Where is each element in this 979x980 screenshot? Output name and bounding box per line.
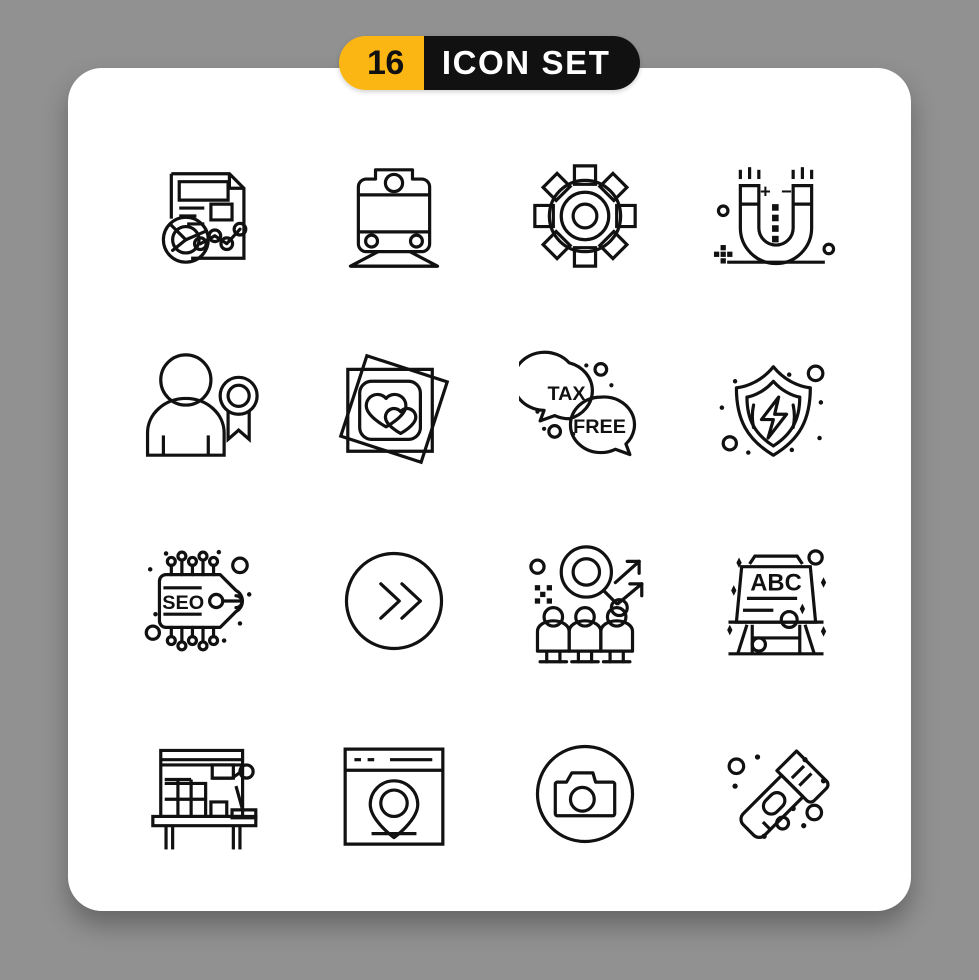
user-award-icon — [137, 343, 269, 475]
icon-cell-flashlight[interactable] — [680, 698, 871, 891]
icon-cell-candidate-search[interactable] — [490, 505, 681, 698]
candidate-search-icon — [519, 535, 651, 667]
magnet-minus-label: − — [781, 181, 792, 202]
icon-cell-tax-free-bubbles[interactable]: TAX FREE — [490, 313, 681, 506]
icon-cell-magnet[interactable]: + − — [680, 120, 871, 313]
train-icon — [328, 150, 460, 282]
icon-grid: + − TAX FREE SEO ABC — [108, 120, 871, 890]
icon-count-label: 16 — [339, 36, 424, 90]
camera-circle-icon — [519, 728, 651, 860]
icon-cell-photo-frames-hearts[interactable] — [299, 313, 490, 506]
free-label: FREE — [573, 416, 626, 438]
fast-forward-chevrons-icon — [328, 535, 460, 667]
magnet-icon: + − — [713, 150, 842, 282]
icon-cell-abc-blackboard[interactable]: ABC — [680, 505, 871, 698]
icon-cell-gear-settings[interactable] — [490, 120, 681, 313]
icon-cell-report-analytics-document[interactable] — [108, 120, 299, 313]
gear-settings-icon — [519, 150, 651, 282]
icon-cell-shield-lightning[interactable] — [680, 313, 871, 506]
shield-lightning-icon — [719, 343, 842, 475]
screenshot-stage: 16 ICON SET + − TAX FREE SEO ABC — [0, 0, 979, 980]
flashlight-icon — [710, 728, 842, 860]
desk-workspace-lamp-icon — [137, 728, 269, 860]
header-badge: 16 ICON SET — [339, 36, 641, 90]
report-analytics-document-icon — [137, 150, 269, 282]
icon-cell-browser-location[interactable] — [299, 698, 490, 891]
tax-label: TAX — [547, 383, 586, 405]
icon-cell-train[interactable] — [299, 120, 490, 313]
seo-label: SEO — [163, 592, 205, 614]
icon-set-title: ICON SET — [423, 36, 641, 90]
abc-blackboard-icon: ABC — [726, 535, 826, 667]
icon-cell-fast-forward[interactable] — [299, 505, 490, 698]
tax-free-speech-bubbles-icon: TAX FREE — [519, 343, 651, 475]
seo-chip-tag-icon: SEO — [137, 550, 252, 667]
browser-location-pin-icon — [328, 728, 460, 860]
photo-frames-hearts-icon — [328, 343, 460, 475]
magnet-plus-label: + — [760, 181, 771, 202]
icon-cell-camera[interactable] — [490, 698, 681, 891]
icon-cell-seo-chip[interactable]: SEO — [108, 505, 299, 698]
icon-cell-user-award[interactable] — [108, 313, 299, 506]
icon-cell-desk-workspace[interactable] — [108, 698, 299, 891]
abc-label: ABC — [750, 570, 801, 597]
